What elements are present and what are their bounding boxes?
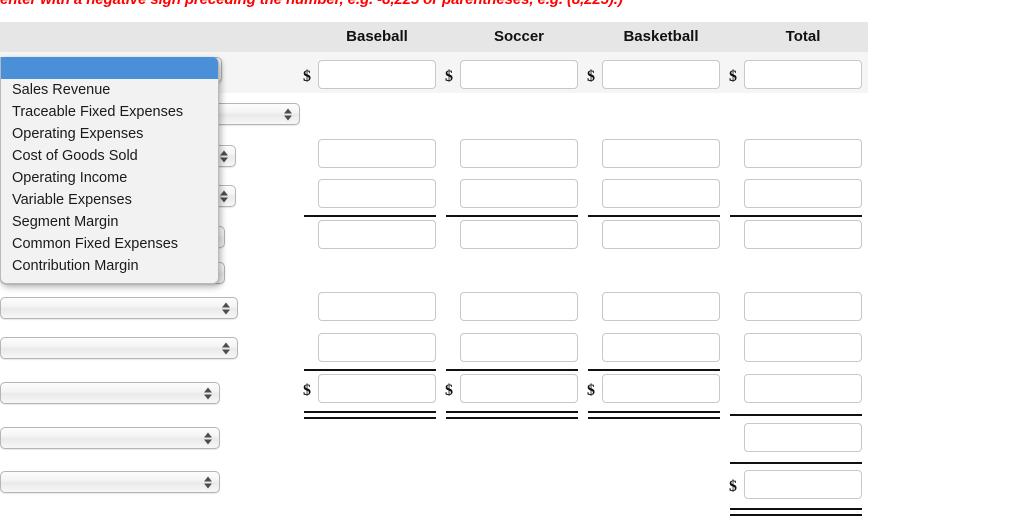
select-stepper-arrows-icon	[203, 386, 212, 401]
cell-input-r1-total[interactable]	[744, 60, 862, 89]
dollar-sign-r1-baseball: $	[303, 68, 311, 85]
select-stepper-arrows-icon	[283, 107, 292, 122]
row-label-select-7[interactable]	[0, 337, 238, 359]
dropdown-option-6[interactable]: Variable Expenses	[1, 189, 218, 211]
select-stepper-arrows-icon	[219, 149, 228, 164]
select-stepper-arrows-icon	[221, 341, 230, 356]
rule-double-5-total	[730, 508, 862, 516]
rule-single-1-basketball	[588, 369, 720, 371]
rule-single-0-basketball	[588, 215, 720, 217]
column-header-soccer: Soccer	[493, 28, 545, 45]
dropdown-option-1[interactable]: Sales Revenue	[1, 79, 218, 101]
dollar-sign-r7-basketball: $	[587, 382, 595, 399]
dollar-sign-r1-basketball: $	[587, 68, 595, 85]
column-header-basketball: Basketball	[623, 28, 699, 45]
dropdown-option-0[interactable]	[1, 57, 218, 79]
select-stepper-arrows-icon	[219, 189, 228, 204]
rule-double-3-soccer	[446, 411, 578, 419]
instruction-text: enter with a negative sign preceding the…	[0, 0, 880, 8]
cell-input-r6-baseball[interactable]	[318, 333, 436, 362]
cell-input-r7-total[interactable]	[744, 374, 862, 403]
row-label-select-8[interactable]	[0, 382, 220, 404]
cell-input-r1-basketball[interactable]	[602, 60, 720, 89]
cell-input-r8-total[interactable]	[744, 423, 862, 452]
select-stepper-arrows-icon	[203, 475, 212, 490]
select-stepper-arrows-icon	[221, 301, 230, 316]
cell-input-r4-baseball[interactable]	[318, 220, 436, 249]
rule-single-0-total	[730, 215, 862, 217]
rule-single-4-total	[730, 462, 862, 464]
rule-single-2-total	[730, 414, 862, 416]
cell-input-r7-baseball[interactable]	[318, 374, 436, 403]
dropdown-option-9[interactable]: Contribution Margin	[1, 255, 218, 277]
column-header-total: Total	[785, 28, 821, 45]
cell-input-r3-baseball[interactable]	[318, 179, 436, 208]
cell-input-r2-total[interactable]	[744, 139, 862, 168]
cell-input-r2-baseball[interactable]	[318, 139, 436, 168]
cell-input-r1-baseball[interactable]	[318, 60, 436, 89]
dropdown-option-7[interactable]: Segment Margin	[1, 211, 218, 233]
worksheet-stage: enter with a negative sign preceding the…	[0, 0, 1024, 525]
rule-single-1-baseball	[304, 369, 436, 371]
dollar-sign-r1-total: $	[729, 68, 737, 85]
cell-input-r4-soccer[interactable]	[460, 220, 578, 249]
dropdown-option-4[interactable]: Cost of Goods Sold	[1, 145, 218, 167]
cell-input-r3-soccer[interactable]	[460, 179, 578, 208]
account-select-dropdown[interactable]: Sales Revenue Traceable Fixed Expenses Ope…	[0, 57, 219, 284]
cell-input-r6-soccer[interactable]	[460, 333, 578, 362]
cell-input-r4-total[interactable]	[744, 220, 862, 249]
cell-input-r6-basketball[interactable]	[602, 333, 720, 362]
rule-single-1-soccer	[446, 369, 578, 371]
cell-input-r1-soccer[interactable]	[460, 60, 578, 89]
dollar-sign-r9-total: $	[729, 478, 737, 495]
dollar-sign-r7-soccer: $	[445, 382, 453, 399]
cell-input-r2-basketball[interactable]	[602, 139, 720, 168]
row-label-select-10[interactable]	[0, 471, 220, 493]
dropdown-option-3[interactable]: Operating Expenses	[1, 123, 218, 145]
dropdown-option-8[interactable]: Common Fixed Expenses	[1, 233, 218, 255]
row-label-select-9[interactable]	[0, 427, 220, 449]
cell-input-r9-total[interactable]	[744, 470, 862, 499]
row-label-select-6[interactable]	[0, 297, 238, 319]
select-stepper-arrows-icon	[203, 431, 212, 446]
cell-input-r5-soccer[interactable]	[460, 292, 578, 321]
rule-double-3-basketball	[588, 411, 720, 419]
rule-double-3-baseball	[304, 411, 436, 419]
dollar-sign-r1-soccer: $	[445, 68, 453, 85]
cell-input-r7-soccer[interactable]	[460, 374, 578, 403]
rule-single-0-baseball	[304, 215, 436, 217]
column-header-baseball: Baseball	[346, 28, 408, 45]
dropdown-option-2[interactable]: Traceable Fixed Expenses	[1, 101, 218, 123]
cell-input-r2-soccer[interactable]	[460, 139, 578, 168]
cell-input-r5-baseball[interactable]	[318, 292, 436, 321]
cell-input-r4-basketball[interactable]	[602, 220, 720, 249]
cell-input-r5-total[interactable]	[744, 292, 862, 321]
cell-input-r7-basketball[interactable]	[602, 374, 720, 403]
rule-single-0-soccer	[446, 215, 578, 217]
cell-input-r3-total[interactable]	[744, 179, 862, 208]
cell-input-r3-basketball[interactable]	[602, 179, 720, 208]
cell-input-r6-total[interactable]	[744, 333, 862, 362]
dollar-sign-r7-baseball: $	[303, 382, 311, 399]
cell-input-r5-basketball[interactable]	[602, 292, 720, 321]
dropdown-option-5[interactable]: Operating Income	[1, 167, 218, 189]
